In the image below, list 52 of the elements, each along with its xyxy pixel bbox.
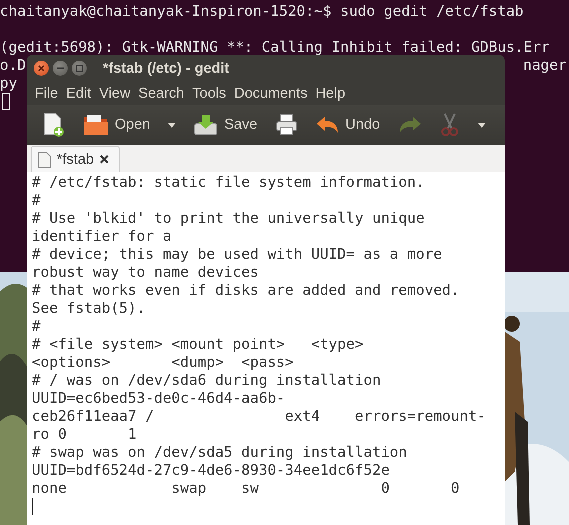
- code-line: See fstab(5).: [32, 300, 146, 318]
- code-line: <options> <dump> <pass>: [32, 354, 295, 372]
- code-line: ro 0 1: [32, 426, 138, 444]
- code-line: ceb26f11eaa7 / ext4 errors=remount-: [32, 408, 487, 426]
- code-line: robust way to name devices: [32, 264, 260, 282]
- undo-arrow-icon: [316, 115, 340, 135]
- folder-icon: [83, 114, 109, 136]
- code-line: # device; this may be used with UUID= as a more: [32, 246, 444, 264]
- printer-icon: [276, 114, 298, 136]
- toolbar-button[interactable]: Open: [77, 110, 156, 140]
- close-icon[interactable]: [34, 61, 49, 76]
- redo-arrow-icon: [398, 115, 422, 135]
- scissors-icon: [440, 113, 460, 137]
- text-cursor: [32, 498, 33, 515]
- save-icon: [194, 114, 218, 136]
- menu-item[interactable]: Tools: [188, 86, 230, 102]
- close-icon[interactable]: [100, 155, 110, 164]
- window-title: *fstab (/etc) - gedit: [103, 60, 230, 76]
- code-line: #: [32, 318, 42, 336]
- code-line: # that works even if disks are added and removed.: [32, 282, 461, 300]
- terminal-cursor: [2, 93, 10, 110]
- menu-item[interactable]: Help: [312, 86, 350, 102]
- terminal-line: chaitanyak@chaitanyak-Inspiron-1520:~$ sudo gedit /etc/fstab: [0, 3, 524, 21]
- menu-item[interactable]: Documents: [230, 86, 312, 102]
- minimize-icon[interactable]: [53, 61, 68, 76]
- code-line: # / was on /dev/sda6 during installation: [32, 372, 382, 390]
- document-tab[interactable]: *fstab: [31, 146, 120, 172]
- terminal-line: nager: [523, 57, 567, 75]
- toolbar-button[interactable]: Save: [188, 110, 264, 140]
- code-line: # swap was on /dev/sda5 during installation: [32, 444, 408, 462]
- code-line: # <file system> <mount point> <type>: [32, 336, 365, 354]
- menu-item[interactable]: File: [31, 86, 62, 102]
- terminal-line: py: [0, 75, 18, 93]
- maximize-icon[interactable]: [72, 61, 87, 76]
- toolbar-button[interactable]: Undo: [310, 111, 386, 139]
- code-line: #: [32, 192, 42, 210]
- terminal-line: o.D: [0, 57, 26, 75]
- code-line: UUID=bdf6524d-27c9-4de6-8930-34ee1dc6f52e: [32, 462, 391, 480]
- code-line: # /etc/fstab: static file system information.: [32, 174, 426, 192]
- code-line: identifier for a: [32, 228, 173, 246]
- code-line: UUID=ec6bed53-de0c-46d4-aa6b-: [32, 390, 286, 408]
- code-line: none swap sw 0 0: [32, 480, 461, 498]
- text-area[interactable]: [27, 172, 505, 525]
- document-icon: [38, 152, 51, 168]
- menu-item[interactable]: Search: [134, 86, 188, 102]
- new-document-icon: [43, 113, 65, 137]
- menu-item[interactable]: Edit: [62, 86, 96, 102]
- code-line: # Use 'blkid' to print the universally unique: [32, 210, 426, 228]
- caret-icon: [168, 122, 176, 128]
- menu-item[interactable]: View: [95, 86, 135, 102]
- caret-icon: [478, 122, 486, 128]
- terminal-line: (gedit:5698): Gtk-WARNING **: Calling Inhibit failed: GDBus.Err: [0, 39, 550, 57]
